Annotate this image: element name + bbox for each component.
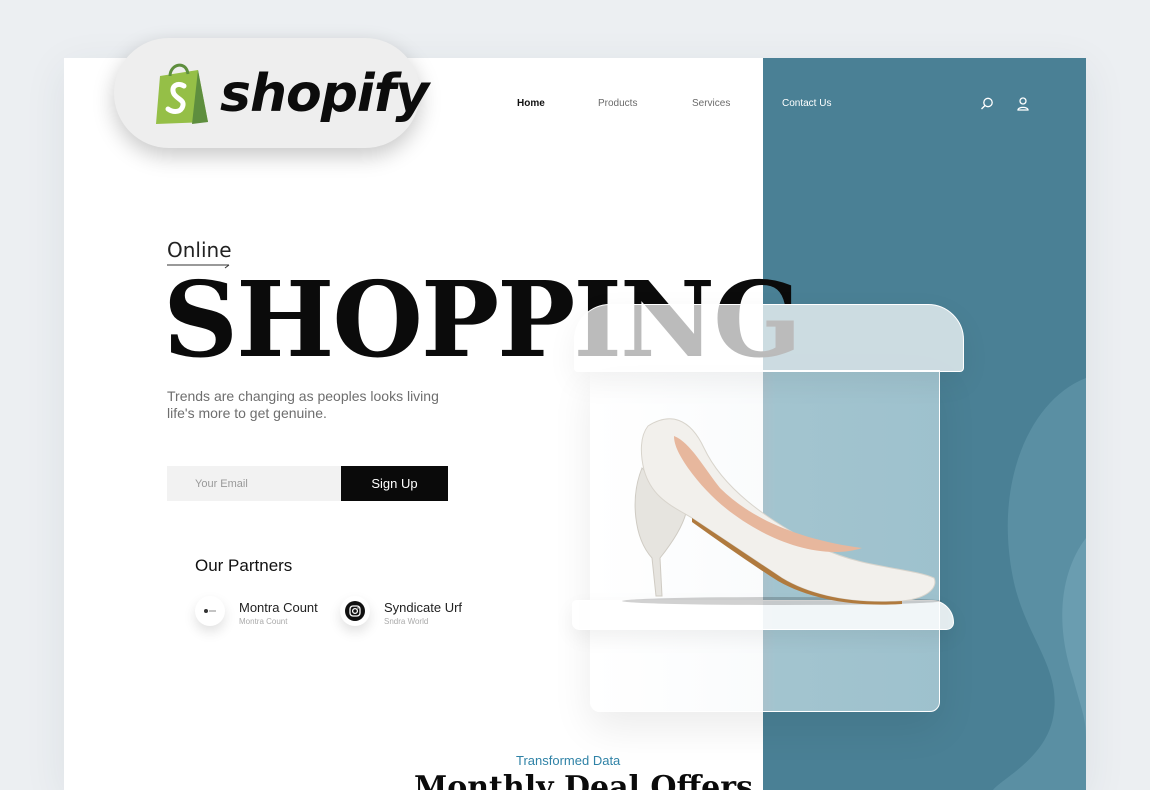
section-title: Monthly Deal Offers xyxy=(414,770,753,790)
section-label: Transformed Data xyxy=(516,753,621,768)
hero-subtitle: Trends are changing as peoples looks liv… xyxy=(167,388,439,421)
instagram-icon xyxy=(340,596,370,626)
sign-up-button[interactable]: Sign Up xyxy=(341,466,448,501)
partners-title: Our Partners xyxy=(195,556,293,575)
nav-home[interactable]: Home xyxy=(517,98,545,109)
partner-sub: Sndra World xyxy=(384,617,429,626)
nav-services[interactable]: Services xyxy=(692,98,730,109)
shopify-logo: shopify xyxy=(114,38,429,148)
glass-display-top xyxy=(574,304,964,372)
search-icon[interactable] xyxy=(979,96,995,112)
landing-page: Home Products Services Contact Us Online… xyxy=(64,58,1086,790)
nav-products[interactable]: Products xyxy=(598,98,637,109)
shopify-wordmark: shopify xyxy=(220,64,429,124)
email-field[interactable] xyxy=(167,466,341,501)
shopify-bag-icon xyxy=(156,63,208,124)
nav-contact-us[interactable]: Contact Us xyxy=(782,98,831,109)
user-icon[interactable] xyxy=(1015,96,1031,112)
partner-name: Syndicate Urf xyxy=(384,600,463,615)
partner-name: Montra Count xyxy=(239,600,318,615)
partner-sub: Montra Count xyxy=(239,617,288,626)
montra-logo-icon xyxy=(195,596,225,626)
shoe-image xyxy=(622,418,942,605)
